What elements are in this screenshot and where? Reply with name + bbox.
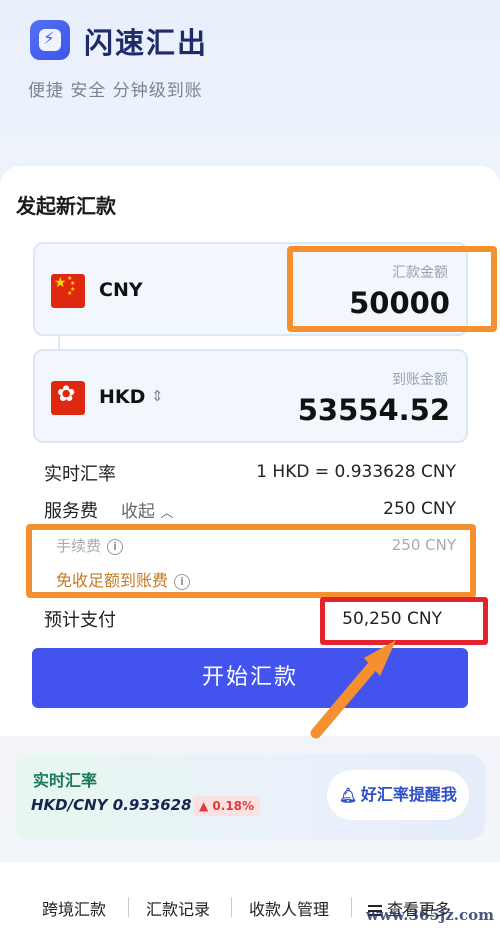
cn-flag-icon: ★ ★ ★ ★ ★ [51,274,85,308]
app-title: 闪速汇出 [84,26,209,60]
chevron-updown-icon[interactable]: ⇕ [151,387,164,405]
app-logo-icon [30,20,70,60]
total-label: 预计支付 [44,610,116,631]
bell-icon: 🔔︎ [339,788,357,804]
service-fee-row: 服务费 收起 ︿ 250 CNY [44,497,456,523]
nav-divider [351,897,352,917]
app-subtitle: 便捷 安全 分钟级到账 [28,81,203,101]
nav-cross-border[interactable]: 跨境汇款 [42,896,106,920]
receive-currency-select[interactable]: HKD [99,386,145,408]
rate-label: 实时汇率 [44,464,116,485]
receive-amount-label: 到账金额 [392,372,448,388]
service-fee-value: 250 CNY [383,499,456,519]
rate-pair: HKD/CNY 0.933628 [31,796,192,814]
nav-remit-records[interactable]: 汇款记录 [146,896,210,920]
receive-amount-value: 53554.52 [297,393,450,427]
hk-flag-icon: ✿ [51,381,85,415]
rate-banner-title: 实时汇率 [33,771,98,790]
collapse-label: 收起 [121,502,155,522]
start-remit-button[interactable]: 开始汇款 [32,648,468,708]
nav-divider [128,897,129,917]
total-highlight-box [320,597,488,645]
watermark: www.365jz.com [366,906,494,924]
nav-payee-management[interactable]: 收款人管理 [249,896,329,920]
bottom-nav: 跨境汇款 汇款记录 收款人管理 查看更多 www.365jz.com [0,862,500,934]
section-title: 发起新汇款 [16,194,116,218]
chevron-up-icon: ︿ [160,506,174,521]
amount-highlight-box [287,246,497,332]
app-header: 闪速汇出 便捷 安全 分钟级到账 [28,14,488,104]
service-fee-label: 服务费 [44,501,98,522]
rate-value: 1 HKD = 0.933628 CNY [256,462,456,482]
nav-divider [231,897,232,917]
rate-change-badge: ▲ 0.18% [193,796,261,816]
rate-row: 实时汇率 1 HKD = 0.933628 CNY [44,460,456,486]
receive-amount-box: ✿ HKD ⇕ 到账金额 53554.52 [33,349,468,443]
collapse-toggle[interactable]: 收起 ︿ [121,497,173,522]
fee-highlight-box [26,524,476,598]
rate-alert-label: 好汇率提醒我 [360,785,457,804]
live-rate-banner: 实时汇率 HKD/CNY 0.933628 ▲ 0.18% 🔔︎ 好汇率提醒我 [15,754,485,840]
send-currency: CNY [99,279,143,301]
rate-alert-button[interactable]: 🔔︎ 好汇率提醒我 [327,770,469,820]
connector-line [58,336,60,350]
